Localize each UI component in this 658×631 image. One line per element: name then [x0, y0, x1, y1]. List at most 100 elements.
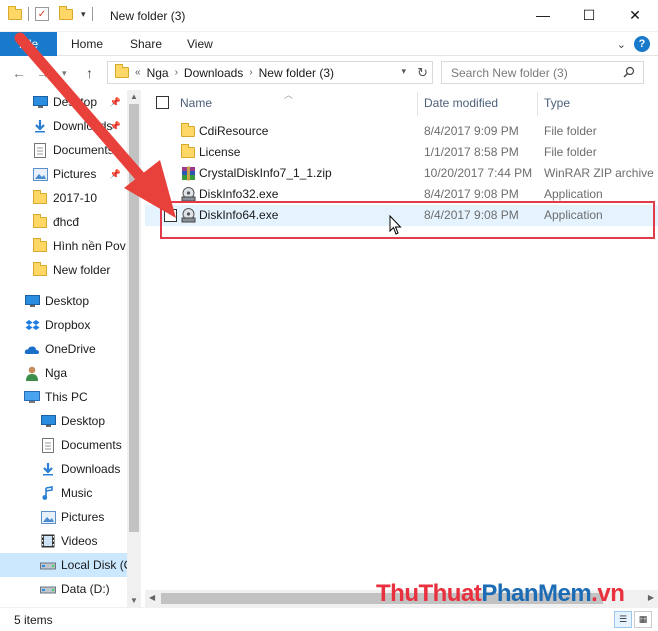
pin-icon[interactable]: 📌 — [110, 169, 121, 180]
file-row[interactable]: License 1/1/2017 8:58 PM File folder — [145, 142, 658, 163]
file-type: File folder — [544, 145, 597, 159]
nav-item-dropbox[interactable]: Dropbox — [0, 313, 127, 337]
column-header-date-modified[interactable]: Date modified — [424, 90, 498, 116]
nav-item-label: Downloads — [61, 462, 121, 476]
column-header-type[interactable]: Type — [544, 90, 570, 116]
column-divider[interactable] — [537, 92, 538, 116]
nav-item-new-folder[interactable]: New folder — [0, 258, 127, 282]
address-dropdown-icon[interactable]: ▾ — [401, 66, 406, 77]
item-count: 5 items — [14, 613, 53, 627]
file-row[interactable]: CdiResource 8/4/2017 9:09 PM File folder — [145, 121, 658, 142]
file-date-modified: 8/4/2017 9:08 PM — [424, 187, 519, 201]
nav-item-label: Music — [61, 486, 93, 500]
drive-icon — [40, 581, 56, 597]
ribbon-tabs: File Home Share View ⌄ ? — [0, 32, 658, 56]
recent-locations-icon[interactable]: ▾ — [62, 68, 67, 79]
nav-item-desktop[interactable]: Desktop — [0, 289, 127, 313]
back-icon[interactable]: ← — [12, 65, 26, 81]
nav-item-documents[interactable]: Documents — [0, 433, 127, 457]
scroll-right-icon[interactable]: ▶ — [648, 593, 654, 602]
column-divider[interactable] — [417, 92, 418, 116]
search-icon[interactable] — [623, 66, 635, 78]
breadcrumb-separator[interactable]: › — [249, 67, 252, 78]
user-icon — [24, 365, 40, 381]
pin-icon[interactable]: 📌 — [110, 121, 121, 132]
nav-item-music[interactable]: Music — [0, 481, 127, 505]
nav-item-downloads[interactable]: Downloads — [0, 457, 127, 481]
address-bar[interactable]: « Nga › Downloads › New folder (3) ▾ ↻ — [107, 61, 433, 84]
diskinfo-icon — [180, 186, 196, 202]
overflow-chevron[interactable]: « — [135, 67, 141, 78]
nav-item-this-pc[interactable]: This PC — [0, 385, 127, 409]
nav-item-documents[interactable]: Documents 📌 — [0, 138, 127, 162]
drive-icon — [40, 557, 56, 573]
nav-item-label: Videos — [61, 534, 98, 548]
details-view-icon[interactable]: ☰ — [614, 611, 632, 628]
nav-item-label: Desktop — [53, 95, 98, 109]
divider — [28, 7, 29, 21]
pin-icon[interactable]: 📌 — [110, 145, 121, 156]
search-input[interactable]: Search New folder (3) — [441, 61, 644, 84]
nav-item-nga[interactable]: Nga — [0, 361, 127, 385]
up-icon[interactable]: ↑ — [86, 65, 93, 81]
new-folder-icon[interactable] — [59, 5, 73, 20]
customize-toolbar-icon[interactable]: ▾ — [81, 9, 86, 20]
refresh-icon[interactable]: ↻ — [417, 65, 428, 81]
pc-icon — [24, 389, 40, 405]
breadcrumb-separator[interactable]: › — [175, 67, 178, 78]
search-placeholder: Search New folder (3) — [451, 65, 568, 80]
onedrive-icon — [24, 341, 40, 357]
maximize-button[interactable]: ☐ — [566, 0, 612, 30]
nav-scrollbar[interactable]: ▲ ▼ — [127, 90, 141, 607]
nav-item-videos[interactable]: Videos — [0, 529, 127, 553]
nav-item-pictures[interactable]: Pictures — [0, 505, 127, 529]
document-icon — [32, 142, 48, 158]
forward-icon[interactable]: → — [36, 65, 50, 81]
pictures-icon — [32, 166, 48, 182]
nav-item-desktop[interactable]: Desktop — [0, 409, 127, 433]
file-row[interactable]: CrystalDiskInfo7_1_1.zip 10/20/2017 7:44 … — [145, 163, 658, 184]
breadcrumb-nga[interactable]: Nga — [147, 66, 169, 80]
properties-icon[interactable]: ✓ — [35, 7, 49, 21]
large-icons-view-icon[interactable]: ▦ — [634, 611, 652, 628]
folder-icon — [32, 213, 48, 230]
close-button[interactable]: ✕ — [612, 0, 658, 30]
nav-item-data-d[interactable]: Data (D:) — [0, 577, 127, 601]
nav-scroll-thumb[interactable] — [129, 104, 139, 532]
nav-item-onedrive[interactable]: OneDrive — [0, 337, 127, 361]
pin-icon[interactable]: 📌 — [110, 97, 121, 108]
nav-item-hc[interactable]: đhcđ — [0, 210, 127, 234]
nav-item-downloads[interactable]: Downloads 📌 — [0, 114, 127, 138]
nav-item-label: 2017-10 — [53, 191, 98, 205]
tab-home[interactable]: Home — [71, 37, 103, 51]
quick-access-toolbar: ✓ ▾ — [8, 5, 95, 21]
nav-item-desktop[interactable]: Desktop 📌 — [0, 90, 127, 114]
breadcrumb-downloads[interactable]: Downloads — [184, 66, 243, 80]
folder-icon — [115, 64, 129, 78]
desktop-icon — [24, 293, 40, 309]
select-all-checkbox[interactable] — [156, 96, 169, 109]
nav-item-local-disk-c[interactable]: Local Disk (C:) — [0, 553, 127, 577]
tab-share[interactable]: Share — [130, 37, 162, 51]
help-icon[interactable]: ? — [634, 36, 650, 52]
navigation-bar: ← → ▾ ↑ « Nga › Downloads › New folder (… — [0, 56, 658, 90]
nav-item-label: OneDrive — [45, 342, 96, 356]
videos-icon — [40, 533, 56, 549]
scroll-up-icon[interactable]: ▲ — [130, 92, 138, 101]
column-header-name[interactable]: Name — [180, 90, 212, 116]
nav-item-h-nh-n-n-pov[interactable]: Hình nền Pov — [0, 234, 127, 258]
file-name: CdiResource — [199, 124, 269, 138]
watermark-part-3: .vn — [591, 580, 625, 607]
file-name: CrystalDiskInfo7_1_1.zip — [199, 166, 332, 180]
expand-ribbon-icon[interactable]: ⌄ — [617, 38, 626, 51]
minimize-button[interactable]: — — [520, 0, 566, 30]
tab-view[interactable]: View — [187, 37, 213, 51]
breadcrumb-new-folder-3[interactable]: New folder (3) — [259, 66, 334, 80]
scroll-down-icon[interactable]: ▼ — [130, 596, 138, 605]
tab-file[interactable]: File — [0, 32, 57, 56]
nav-item-2017-10[interactable]: 2017-10 — [0, 186, 127, 210]
status-bar: 5 items ☰ ▦ — [0, 607, 658, 631]
nav-item-pictures[interactable]: Pictures 📌 — [0, 162, 127, 186]
nav-item-label: Documents — [61, 438, 122, 452]
scroll-left-icon[interactable]: ◀ — [149, 593, 155, 602]
